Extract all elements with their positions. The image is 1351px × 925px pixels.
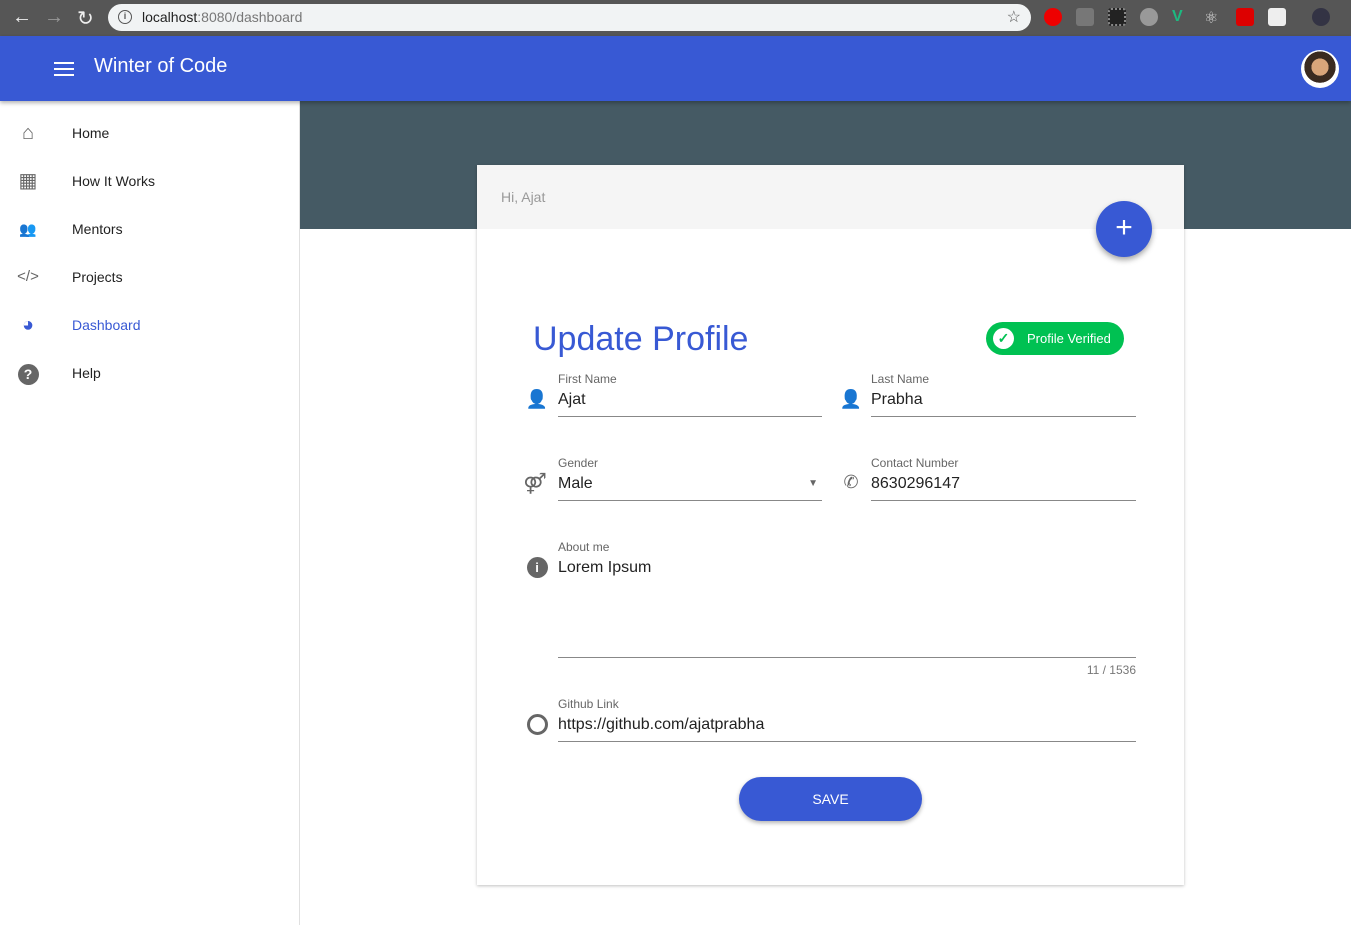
sidebar-item-label: Help — [72, 365, 101, 381]
back-icon[interactable]: ← — [12, 6, 32, 29]
info-icon[interactable]: i — [118, 10, 132, 24]
greeting: Hi, Ajat — [477, 165, 1184, 229]
character-counter: 11 / 1536 — [1086, 663, 1136, 677]
person-icon: 👤 — [525, 389, 549, 409]
qr-extension-icon[interactable] — [1108, 8, 1126, 26]
info-icon: i — [525, 556, 549, 578]
sidebar-item-dashboard[interactable]: ◕ Dashboard — [0, 301, 299, 349]
sidebar-item-label: How It Works — [72, 173, 155, 189]
status-badge: ✓ Profile Verified — [986, 322, 1124, 355]
avatar[interactable] — [1301, 50, 1339, 88]
people-icon: 👥 — [19, 221, 37, 237]
sidebar-item-help[interactable]: ? Help — [0, 349, 299, 397]
incognito-extension-icon[interactable] — [1268, 8, 1286, 26]
field-value[interactable]: Prabha — [871, 391, 923, 409]
colorpicker-extension-icon[interactable] — [1076, 8, 1094, 26]
last-name-field[interactable]: Last Name Prabha — [871, 372, 1136, 417]
globe-extension-icon[interactable] — [1140, 8, 1158, 26]
person-icon: 👤 — [839, 389, 863, 409]
about-me-textarea[interactable]: About me Lorem Ipsum — [558, 540, 1136, 658]
home-icon: ⌂ — [21, 122, 35, 144]
first-name-field[interactable]: First Name Ajat — [558, 372, 822, 417]
address-bar[interactable]: i localhost:8080/dashboard ☆ — [108, 4, 1031, 31]
sidebar-item-mentors[interactable]: 👥 Mentors — [0, 205, 299, 253]
chevron-down-icon[interactable]: ▼ — [808, 478, 818, 489]
react-extension-icon[interactable]: ⚛ — [1204, 8, 1222, 27]
url-path: :8080/dashboard — [197, 9, 303, 25]
field-value: Male — [558, 475, 593, 492]
forward-icon[interactable]: → — [44, 6, 64, 29]
code-icon: </> — [17, 268, 39, 285]
app-bar: Winter of Code — [0, 36, 1351, 101]
help-icon: ? — [16, 361, 40, 385]
github-link-field[interactable]: Github Link https://github.com/ajatprabha — [558, 697, 1136, 742]
profile-icon[interactable] — [1312, 8, 1330, 26]
calendar-icon: ▦ — [18, 170, 38, 192]
field-label: Github Link — [558, 697, 619, 711]
sidebar-item-label: Dashboard — [72, 317, 141, 333]
field-label: Gender — [558, 456, 599, 470]
url-host: localhost — [142, 9, 198, 25]
field-label: About me — [558, 540, 610, 554]
reload-icon[interactable]: ↻ — [77, 6, 94, 31]
field-value[interactable]: Ajat — [558, 391, 586, 409]
badge-label: Profile Verified — [1027, 331, 1111, 346]
check-circle-icon: ✓ — [993, 328, 1014, 349]
sidebar-item-label: Home — [72, 125, 110, 141]
save-button[interactable]: SAVE — [739, 777, 922, 821]
sidebar-item-projects[interactable]: </> Projects — [0, 253, 299, 301]
dashboard-icon: ◕ — [21, 314, 35, 336]
add-button[interactable]: + — [1096, 201, 1152, 257]
github-icon — [525, 714, 549, 740]
bookmark-star-icon[interactable]: ☆ — [1007, 4, 1021, 31]
field-label: First Name — [558, 372, 617, 386]
gender-select[interactable]: Gender Male ▼ — [558, 456, 822, 501]
profile-card: Hi, Ajat + Update Profile ✓ Profile Verif… — [477, 165, 1184, 885]
hamburger-menu-icon[interactable] — [54, 62, 74, 80]
field-label: Last Name — [871, 372, 930, 386]
sidebar-item-label: Mentors — [72, 221, 123, 237]
browser-toolbar: ← → ↻ i localhost:8080/dashboard ☆ V ⚛ — [0, 0, 1351, 36]
vue-extension-icon[interactable]: V — [1172, 8, 1190, 26]
field-value[interactable]: 8630296147 — [871, 475, 960, 493]
sidebar-item-home[interactable]: ⌂ Home — [0, 109, 299, 157]
phone-icon: ✆ — [843, 472, 859, 492]
contact-number-field[interactable]: Contact Number 8630296147 — [871, 456, 1136, 501]
page-title: Update Profile — [533, 320, 749, 358]
app-title: Winter of Code — [94, 55, 228, 77]
field-value[interactable]: Lorem Ipsum — [558, 559, 651, 577]
sidebar: ⌂ Home ▦ How It Works 👥 Mentors </> Projects… — [0, 101, 300, 925]
gender-icon: ⚤ — [523, 473, 547, 495]
sidebar-item-label: Projects — [72, 269, 123, 285]
cors-extension-icon[interactable] — [1236, 8, 1254, 26]
adblock-extension-icon[interactable] — [1044, 8, 1062, 26]
field-value[interactable]: https://github.com/ajatprabha — [558, 716, 764, 734]
field-label: Contact Number — [871, 456, 959, 470]
sidebar-item-how-it-works[interactable]: ▦ How It Works — [0, 157, 299, 205]
